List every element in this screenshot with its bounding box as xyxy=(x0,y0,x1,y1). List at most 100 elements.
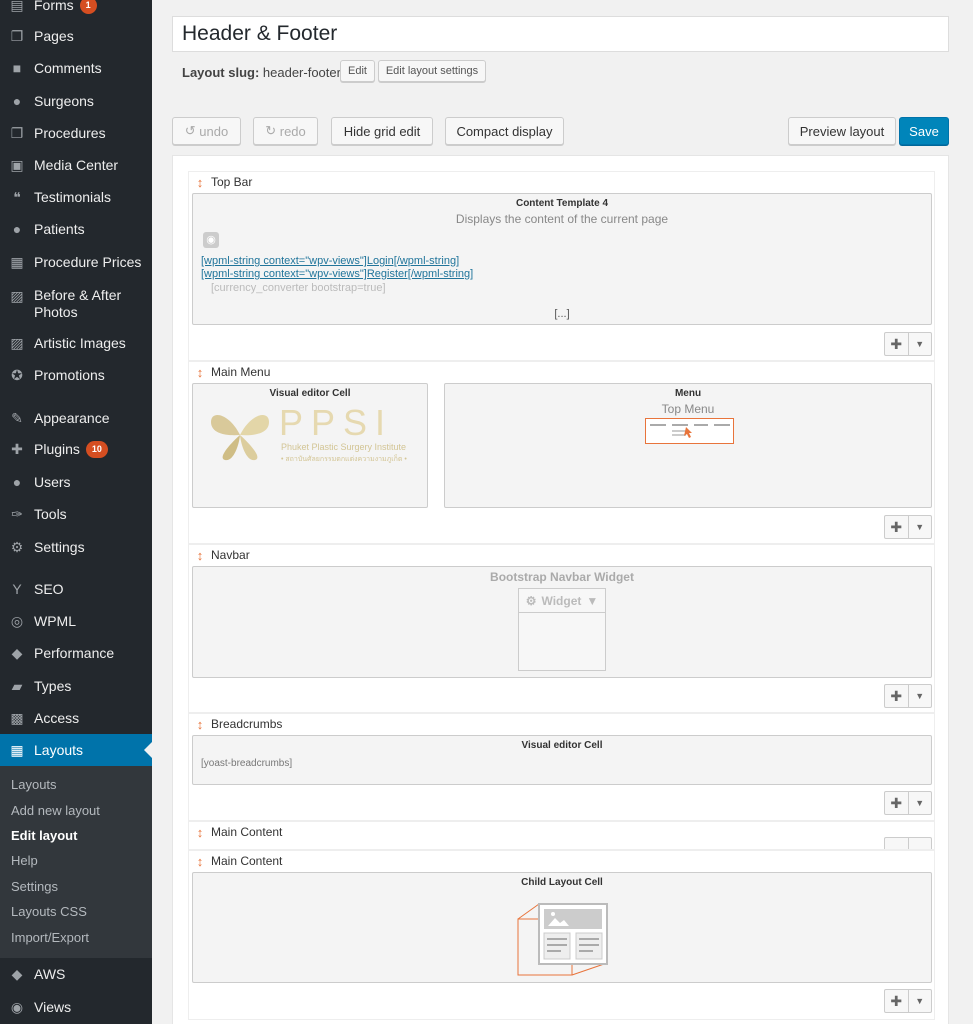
menu-testimonials[interactable]: ❝ Testimonials xyxy=(0,181,152,213)
content-template-cell[interactable]: Content Template 4 Displays the content … xyxy=(192,193,932,325)
views-icon: ◉ xyxy=(10,998,24,1015)
visual-editor-cell[interactable]: Visual editor Cell PPSI Phuket Plastic S… xyxy=(192,383,428,508)
paintbrush-icon: ✎ xyxy=(11,409,23,426)
row-name: Main Menu xyxy=(211,365,271,379)
row-header[interactable]: ↕ Breadcrumbs xyxy=(189,714,283,734)
menu-wpml[interactable]: ◎ WPML xyxy=(0,605,152,637)
bootstrap-navbar-widget-cell[interactable]: Bootstrap Navbar Widget ⚙ Widget ▼ xyxy=(192,566,932,678)
menu-tools[interactable]: ✑ Tools xyxy=(0,498,152,530)
menu-layouts[interactable]: ▦ Layouts xyxy=(0,734,152,766)
cell-subtitle: Displays the content of the current page xyxy=(455,212,669,226)
add-cell-button[interactable]: ✚ ▼ xyxy=(884,332,932,356)
menu-forms[interactable]: ▤ Forms 1 xyxy=(0,0,152,21)
add-cell-button[interactable] xyxy=(884,837,932,849)
quote-icon: ❝ xyxy=(13,188,21,205)
wpml-icon: ◎ xyxy=(10,612,24,629)
menu-procedures[interactable]: ❐ Procedures xyxy=(0,117,152,149)
plus-icon: ✚ xyxy=(890,992,903,1009)
add-cell-button[interactable]: ✚ ▼ xyxy=(884,989,932,1013)
caret-down-icon: ▼ xyxy=(907,516,932,538)
submenu-add-new-layout[interactable]: Add new layout xyxy=(11,803,100,818)
menu-views[interactable]: ◉ Views xyxy=(0,991,152,1023)
move-icon[interactable]: ↕ xyxy=(189,825,211,840)
menu-plugins[interactable]: ✚ Plugins 10 xyxy=(0,433,152,465)
lock-icon: ▩ xyxy=(10,709,24,726)
preview-layout-button[interactable]: Preview layout xyxy=(788,117,896,145)
edit-slug-button[interactable]: Edit xyxy=(340,60,375,82)
media-icon: ▣ xyxy=(10,156,24,173)
visual-editor-cell[interactable]: Visual editor Cell [yoast-breadcrumbs] xyxy=(192,735,932,785)
layout-grid: ↕ Top Bar Content Template 4 Displays the… xyxy=(172,155,949,1024)
submenu-edit-layout[interactable]: Edit layout xyxy=(11,828,77,843)
menu-before-after-photos[interactable]: ▨ Before & After Photos xyxy=(0,286,152,322)
row-name: Navbar xyxy=(211,548,250,562)
cell-title: Visual editor Cell xyxy=(269,388,351,399)
menu-aws[interactable]: ◆ AWS xyxy=(0,958,152,990)
add-cell-button[interactable]: ✚ ▼ xyxy=(884,791,932,815)
menu-settings[interactable]: ⚙ Settings xyxy=(0,531,152,563)
plugins-badge: 10 xyxy=(85,440,108,458)
menu-appearance[interactable]: ✎ Appearance xyxy=(0,402,152,434)
layout-slug: Layout slug: header-footer xyxy=(182,65,341,80)
row-header[interactable]: ↕ Main Content xyxy=(189,822,283,842)
template-line: [wpml-string context="wpv-views"]Login[/… xyxy=(201,255,460,267)
menu-promotions[interactable]: ✪ Promotions xyxy=(0,359,152,391)
layout-title-input[interactable] xyxy=(172,16,949,52)
row-header[interactable]: ↕ Main Menu xyxy=(189,362,271,382)
pages-icon: ❐ xyxy=(10,27,24,44)
cell-title: Bootstrap Navbar Widget xyxy=(490,570,634,584)
menu-types[interactable]: ▰ Types xyxy=(0,670,152,702)
gear-icon: ⚙ xyxy=(525,593,537,608)
menu-media-center[interactable]: ▣ Media Center xyxy=(0,149,152,181)
row-header[interactable]: ↕ Main Content xyxy=(189,851,283,871)
edit-layout-settings-button[interactable]: Edit layout settings xyxy=(378,60,486,82)
widget-label: Widget xyxy=(541,593,582,608)
redo-button[interactable]: ↻ redo xyxy=(253,117,318,145)
row-navbar: ↕ Navbar Bootstrap Navbar Widget ⚙ Widget ▼… xyxy=(188,544,935,713)
submenu-layouts-css[interactable]: Layouts CSS xyxy=(11,904,87,919)
menu-procedure-prices[interactable]: ▦ Procedure Prices xyxy=(0,246,152,278)
compact-display-button[interactable]: Compact display xyxy=(445,117,564,145)
cell-title: Menu xyxy=(674,388,702,399)
menu-access[interactable]: ▩ Access xyxy=(0,702,152,734)
row-main-content: ↕ Main Content Child Layout Cell ✚ ▼ xyxy=(188,850,935,1020)
menu-comments[interactable]: ■ Comments xyxy=(0,52,152,84)
user-icon: ● xyxy=(12,221,22,237)
move-icon[interactable]: ↕ xyxy=(189,175,211,190)
submenu-import-export[interactable]: Import/Export xyxy=(11,930,89,945)
child-layout-cell[interactable]: Child Layout Cell xyxy=(192,872,932,983)
move-icon[interactable]: ↕ xyxy=(189,717,211,732)
submenu-help[interactable]: Help xyxy=(11,853,38,868)
move-icon[interactable]: ↕ xyxy=(189,548,211,563)
child-layout-icon xyxy=(517,903,609,977)
menu-patients[interactable]: ● Patients xyxy=(0,213,152,245)
menu-pages[interactable]: ❐ Pages xyxy=(0,20,152,52)
move-icon[interactable]: ↕ xyxy=(189,365,211,380)
caret-down-icon: ▼ xyxy=(907,333,932,355)
cube-icon: ◆ xyxy=(11,644,23,661)
user-icon: ● xyxy=(12,93,22,109)
hide-grid-edit-button[interactable]: Hide grid edit xyxy=(331,117,433,145)
caret-down-icon xyxy=(907,838,932,849)
submenu-layouts[interactable]: Layouts xyxy=(11,777,57,792)
row-header[interactable]: ↕ Top Bar xyxy=(189,172,253,192)
add-cell-button[interactable]: ✚ ▼ xyxy=(884,515,932,539)
menu-surgeons[interactable]: ● Surgeons xyxy=(0,85,152,117)
menu-performance[interactable]: ◆ Performance xyxy=(0,637,152,669)
plus-icon: ✚ xyxy=(890,335,903,352)
menu-users[interactable]: ● Users xyxy=(0,466,152,498)
folder-icon: ▰ xyxy=(11,677,23,694)
submenu-settings[interactable]: Settings xyxy=(11,879,58,894)
menu-seo[interactable]: Y SEO xyxy=(0,573,152,605)
save-button[interactable]: Save xyxy=(899,117,949,145)
main-content: Layout slug: header-footer Edit Edit lay… xyxy=(152,0,973,1024)
menu-artistic-images[interactable]: ▨ Artistic Images xyxy=(0,327,152,359)
widget-header: ⚙ Widget ▼ xyxy=(519,589,605,613)
move-icon[interactable]: ↕ xyxy=(189,854,211,869)
undo-button[interactable]: ↺ undo xyxy=(172,117,241,145)
add-cell-button[interactable]: ✚ ▼ xyxy=(884,684,932,708)
cell-subtitle: Top Menu xyxy=(661,402,715,416)
menu-cell[interactable]: Menu Top Menu xyxy=(444,383,932,508)
row-header[interactable]: ↕ Navbar xyxy=(189,545,250,565)
pages-icon: ❐ xyxy=(10,124,24,141)
